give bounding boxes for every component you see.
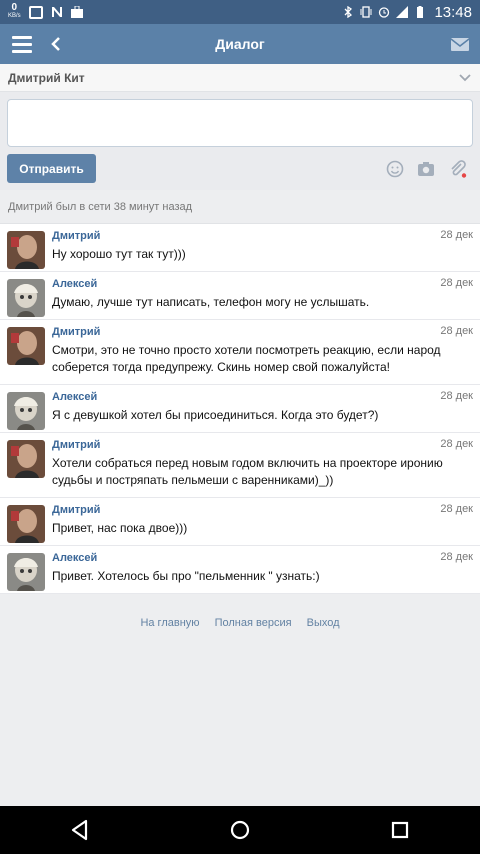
message-date: 28 дек [440, 390, 473, 402]
message-item[interactable]: Алексей 28 дек Привет. Хотелось бы про "… [0, 546, 480, 594]
camera-icon[interactable] [417, 160, 435, 178]
avatar[interactable] [7, 440, 45, 478]
avatar[interactable] [7, 231, 45, 269]
recipient-name: Дмитрий Кит [8, 70, 85, 85]
home-link[interactable]: На главную [140, 617, 199, 629]
avatar[interactable] [7, 505, 45, 543]
home-nav-icon[interactable] [227, 817, 253, 843]
system-nav-bar [0, 806, 480, 854]
avatar[interactable] [7, 392, 45, 430]
app-header: Диалог [0, 24, 480, 64]
menu-icon[interactable] [0, 24, 44, 64]
message-author[interactable]: Дмитрий [52, 503, 472, 517]
message-author[interactable]: Дмитрий [52, 438, 472, 452]
avatar[interactable] [7, 327, 45, 365]
lte-signal-icon [396, 6, 409, 18]
image-notification-icon [28, 5, 43, 19]
message-item[interactable]: Алексей 28 дек Я с девушкой хотел бы при… [0, 385, 480, 433]
page-title: Диалог [215, 36, 265, 52]
message-item[interactable]: Дмитрий 28 дек Хотели собраться перед но… [0, 433, 480, 498]
chevron-down-icon[interactable] [458, 70, 472, 84]
message-text: Думаю, лучше тут написать, телефон могу … [52, 295, 370, 309]
n-notification-icon [51, 7, 62, 17]
message-item[interactable]: Дмитрий 28 дек Привет, нас пока двое))) [0, 498, 480, 546]
message-text: Хотели собраться перед новым годом включ… [52, 456, 443, 487]
message-date: 28 дек [440, 229, 473, 241]
message-list: Дмитрий 28 дек Ну хорошо тут так тут))) … [0, 224, 480, 594]
online-status: Дмитрий был в сети 38 минут назад [0, 190, 480, 224]
message-item[interactable]: Дмитрий 28 дек Смотри, это не точно прос… [0, 320, 480, 385]
footer-links: На главную Полная версия Выход [0, 617, 480, 629]
bluetooth-icon [344, 6, 353, 18]
emoji-icon[interactable] [386, 160, 404, 178]
vibrate-icon [360, 6, 372, 18]
back-nav-icon[interactable] [67, 817, 93, 843]
recipient-row[interactable]: Дмитрий Кит [0, 64, 480, 92]
message-item[interactable]: Дмитрий 28 дек Ну хорошо тут так тут))) [0, 224, 480, 272]
message-input[interactable] [7, 99, 473, 147]
message-text: Привет, нас пока двое))) [52, 521, 188, 535]
back-icon[interactable] [44, 24, 68, 64]
message-date: 28 дек [440, 277, 473, 289]
avatar[interactable] [7, 279, 45, 317]
logout-link[interactable]: Выход [307, 617, 340, 629]
briefcase-notification-icon [70, 6, 83, 18]
message-author[interactable]: Дмитрий [52, 325, 472, 339]
message-text: Смотри, это не точно просто хотели посмо… [52, 343, 441, 374]
compose-area: Отправить [0, 92, 480, 190]
message-text: Привет. Хотелось бы про "пельменник " уз… [52, 569, 320, 583]
message-author[interactable]: Алексей [52, 277, 472, 291]
message-item[interactable]: Алексей 28 дек Думаю, лучше тут написать… [0, 272, 480, 320]
message-date: 28 дек [440, 325, 473, 337]
alarm-icon [379, 7, 390, 18]
avatar[interactable] [7, 553, 45, 591]
message-author[interactable]: Дмитрий [52, 229, 472, 243]
attachment-icon[interactable] [449, 160, 467, 178]
status-bar: 0 KB/s 13:48 [0, 0, 480, 24]
clock: 13:48 [434, 3, 472, 21]
message-date: 28 дек [440, 551, 473, 563]
send-button[interactable]: Отправить [7, 154, 96, 183]
message-text: Ну хорошо тут так тут))) [52, 247, 186, 261]
message-author[interactable]: Алексей [52, 390, 472, 404]
mail-icon[interactable] [450, 34, 470, 54]
message-author[interactable]: Алексей [52, 551, 472, 565]
battery-icon [417, 6, 424, 18]
recents-nav-icon[interactable] [387, 817, 413, 843]
full-version-link[interactable]: Полная версия [215, 617, 292, 629]
message-text: Я с девушкой хотел бы присоединиться. Ко… [52, 408, 379, 422]
message-date: 28 дек [440, 503, 473, 515]
message-date: 28 дек [440, 438, 473, 450]
network-speed: 0 KB/s [8, 2, 21, 20]
